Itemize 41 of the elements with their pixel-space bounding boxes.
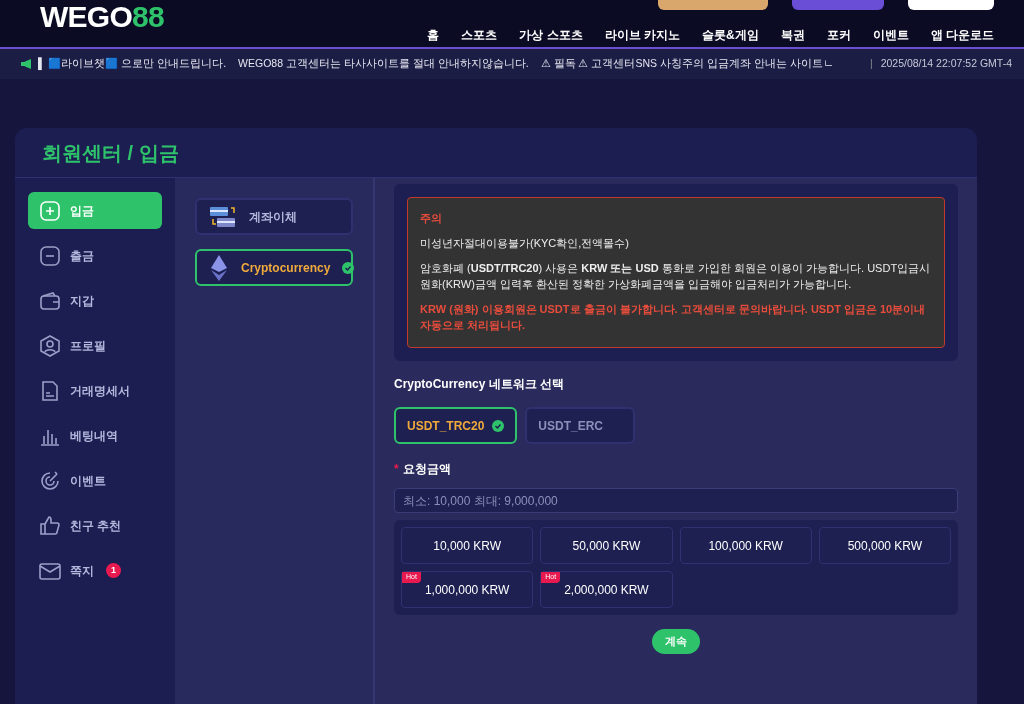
nav-link[interactable]: 앱 다운로드 [930, 26, 994, 44]
ticker-message: ▌ 🟦라이브챗🟦 으로만 안내드립니다. [38, 56, 227, 72]
sidebar-item[interactable]: 프로필 [28, 327, 162, 364]
amount-preset[interactable]: 50,000 KRW [540, 527, 673, 564]
sidebar-item[interactable]: 친구 추천 [28, 507, 162, 544]
network-option[interactable]: USDT_TRC20 [394, 407, 518, 444]
sidebar-item[interactable]: 베팅내역 [28, 417, 162, 454]
nav-link[interactable]: 슬롯&게임 [702, 26, 759, 44]
notice-text: 미성년자절대이용불가(KYC확인,전액몰수) [420, 236, 630, 251]
payment-method[interactable]: 계좌이체 [195, 198, 353, 235]
nav-link[interactable]: 홈 [427, 26, 440, 44]
sidebar-item[interactable]: 이벤트 [28, 462, 162, 499]
notice-title: 주의 [420, 211, 443, 226]
separator: | [869, 56, 873, 72]
nav-link[interactable]: 복권 [780, 26, 805, 44]
warning-text: KRW (원화) 이용회원은 USDT로 출금이 불가합니다. 고객센터로 문의바랍니다. USDT 입금은 10분이내 자동으로 처리됩니다. [420, 302, 927, 333]
payment-method[interactable]: Cryptocurrency [195, 249, 353, 286]
required-mark: * [394, 461, 399, 478]
notice-text: 암호화폐 (USDT/TRC20) 사용은 KRW 또는 USD 통화로 가입한 회원은 이용이 가능합니다. USDT입금시 원화(KRW)금액 입력후 환산된 정확한 가상화폐금액을 입금해야 입금처리가 가능합니다. [420, 261, 932, 292]
nav-link[interactable]: 가상 스포츠 [519, 26, 583, 44]
sidebar-item[interactable]: 출금 [28, 237, 162, 274]
date-time: 2025/08/14 22:07:52 GMT-4 [880, 56, 1012, 72]
amount-preset[interactable]: 10,000 KRW [401, 527, 534, 564]
nav-link[interactable]: 스포츠 [461, 26, 498, 44]
sidebar-item[interactable]: 쪽지 1 [28, 552, 162, 589]
logo[interactable]: WEGO88 [40, 2, 164, 32]
network-option[interactable]: USDT_ERC [525, 407, 636, 444]
nav-link[interactable]: 이벤트 [872, 26, 909, 44]
amount-label: 요청금액 [402, 461, 451, 478]
nav-link[interactable]: 라이브 카지노 [604, 26, 680, 44]
page-title: 회원센터 / 입금 [42, 140, 179, 166]
sidebar-item[interactable]: 지갑 [28, 282, 162, 319]
amount-input[interactable]: 최소: 10,000 최대: 9,000,000 [394, 488, 958, 513]
count-badge: 1 [106, 563, 121, 578]
amount-preset[interactable]: 100,000 KRW [679, 527, 812, 564]
sidebar-item[interactable]: 거래명세서 [28, 372, 162, 409]
network-label: CryptoCurrency 네트워크 선택 [394, 376, 566, 393]
ticker-message: ⚠ 필독 ⚠ 고객센터SNS 사칭주의 입금계좌 안내는 사이트ㄴ [540, 56, 834, 72]
nav-link[interactable]: 포커 [826, 26, 851, 44]
amount-preset[interactable]: 500,000 KRW [818, 527, 951, 564]
ticker-message: WEGO88 고객센터는 타사사이트를 절대 안내하지않습니다. [238, 56, 529, 72]
